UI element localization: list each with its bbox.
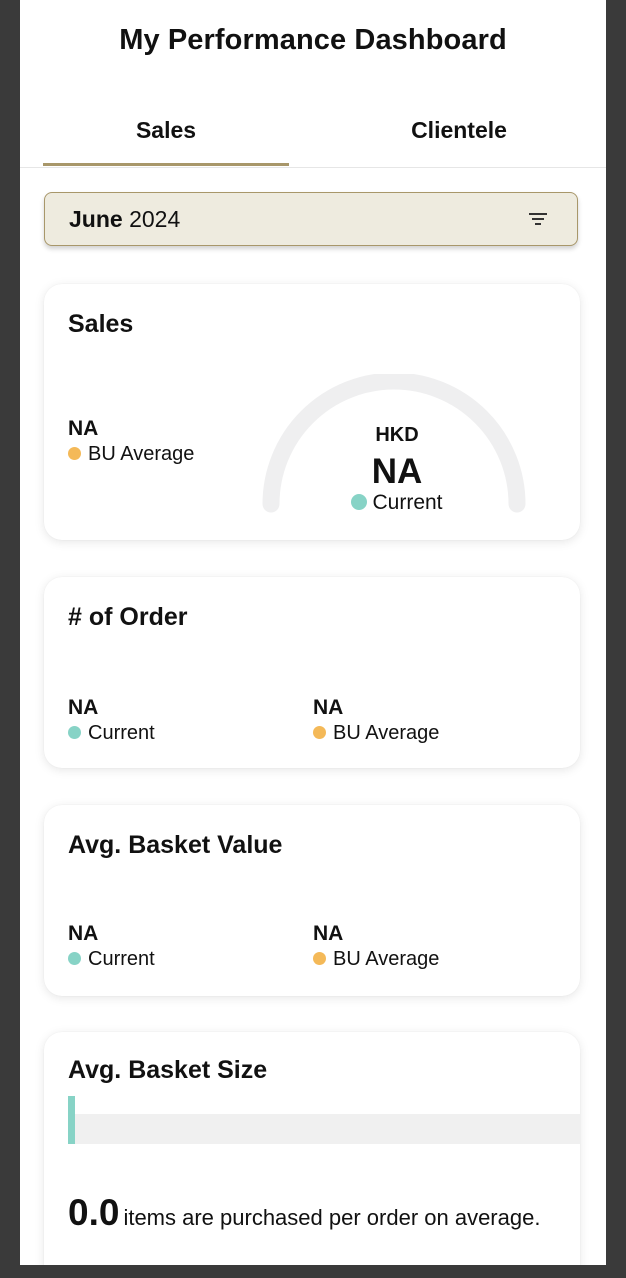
- bu-average-dot-icon: [68, 447, 81, 460]
- basket-value-current-label: Current: [88, 948, 155, 970]
- current-dot-icon: [68, 726, 81, 739]
- tab-bar: Sales Clientele: [20, 96, 606, 168]
- tab-sales[interactable]: Sales: [43, 96, 289, 166]
- basket-size-bar-track: [68, 1114, 580, 1144]
- basket-size-card-title: Avg. Basket Size: [68, 1056, 268, 1084]
- bu-average-dot-icon: [313, 952, 326, 965]
- date-filter-button[interactable]: June 2024: [44, 192, 578, 246]
- active-tab-indicator: [43, 163, 289, 166]
- sales-card-title: Sales: [68, 310, 134, 338]
- basket-value-current-value: NA: [68, 922, 99, 945]
- basket-size-caption: items are purchased per order on average…: [123, 1205, 541, 1230]
- orders-bu-average-label: BU Average: [333, 722, 440, 744]
- orders-bu-average-stat: NA BU Average: [313, 696, 439, 746]
- orders-current-stat: NA Current: [68, 696, 155, 746]
- app-screen: My Performance Dashboard Sales Clientele…: [20, 0, 606, 1265]
- sales-bu-average-label: BU Average: [88, 443, 195, 465]
- basket-value-card-title: Avg. Basket Value: [68, 831, 283, 859]
- sales-gauge-value: NA: [371, 452, 423, 491]
- basket-size-bar-fill: [68, 1096, 75, 1144]
- sales-gauge-currency: HKD: [375, 424, 419, 446]
- date-filter-label: June 2024: [69, 193, 180, 246]
- sales-card: Sales NA BU Average HKD NA Current: [44, 284, 580, 540]
- tab-clientele[interactable]: Clientele: [312, 96, 606, 166]
- current-dot-icon: [68, 952, 81, 965]
- orders-current-value: NA: [68, 696, 99, 719]
- orders-card: # of Order NA Current NA BU Average: [44, 577, 580, 768]
- basket-value-bu-average-stat: NA BU Average: [313, 922, 439, 972]
- orders-card-title: # of Order: [68, 603, 188, 631]
- current-dot-icon: [351, 494, 368, 510]
- sales-bu-average-value: NA: [68, 417, 99, 440]
- basket-value-bu-average-value: NA: [313, 922, 344, 945]
- page-title: My Performance Dashboard: [119, 24, 507, 56]
- sales-gauge-label: Current: [372, 491, 443, 514]
- orders-bu-average-value: NA: [313, 696, 344, 719]
- sales-bu-average-stat: NA BU Average: [68, 417, 194, 467]
- basket-size-value: 0.0: [68, 1192, 120, 1233]
- basket-size-card: Avg. Basket Size 0.0 items are purchased …: [44, 1032, 580, 1265]
- basket-value-current-stat: NA Current: [68, 922, 155, 972]
- filter-icon[interactable]: [527, 210, 549, 228]
- basket-value-card: Avg. Basket Value NA Current NA BU Avera…: [44, 805, 580, 996]
- bu-average-dot-icon: [313, 726, 326, 739]
- date-month: June: [69, 206, 123, 232]
- basket-size-summary: 0.0 items are purchased per order on aver…: [68, 1192, 540, 1234]
- orders-current-label: Current: [88, 722, 155, 744]
- date-year: 2024: [129, 206, 181, 232]
- basket-value-bu-average-label: BU Average: [333, 948, 440, 970]
